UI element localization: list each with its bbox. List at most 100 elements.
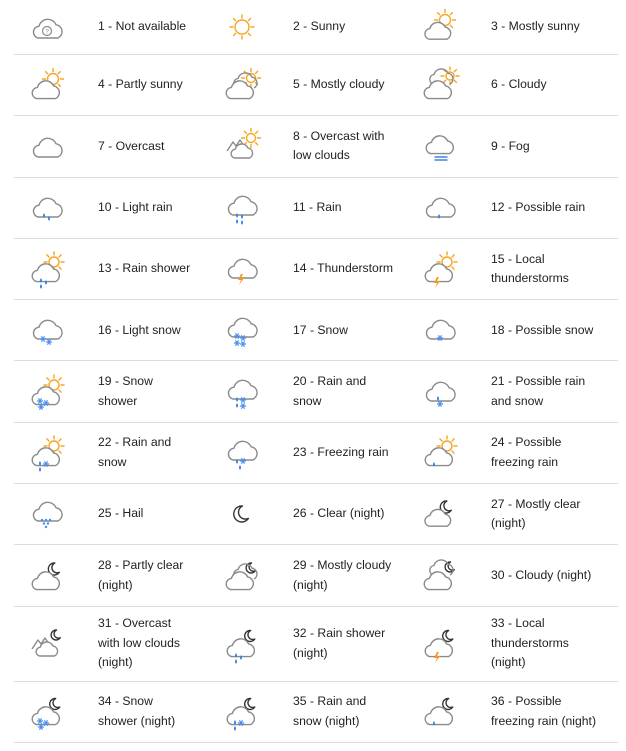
legend-row: 16 - Light snow 17 - Snow 18 - Possible … [14,300,618,362]
thunderstorm-icon [223,250,261,288]
legend-item: 3 - Mostly sunny [407,0,618,54]
legend-item: 16 - Light snow [14,300,209,360]
legend-label: 8 - Overcast with low clouds [293,128,385,163]
legend-item: 18 - Possible snow [407,300,618,360]
legend-label: 13 - Rain shower [98,261,191,276]
legend-item: 4 - Partly sunny [14,55,209,115]
legend-row: 10 - Light rain 11 - Rain 12 - Possible … [14,178,618,239]
snow-shower-night-icon [28,693,66,731]
rain-icon [223,189,261,227]
not-available-icon: ? [28,8,66,46]
cloudy-icon [421,66,460,104]
legend-label: 3 - Mostly sunny [491,19,580,34]
hail-icon [28,495,66,533]
legend-label: 5 - Mostly cloudy [293,77,385,92]
legend-row: 28 - Partly clear (night) 29 - Mostly cl… [14,545,618,607]
possible-freezing-rain-night-icon [421,693,459,731]
legend-row: 25 - Hail 26 - Clear (night) 27 - Mostly… [14,484,618,546]
possible-snow-icon [421,311,459,349]
legend-row: 13 - Rain shower 14 - Thunderstorm 15 - … [14,239,618,301]
legend-item: 28 - Partly clear (night) [14,545,209,605]
legend-item: 30 - Cloudy (night) [407,545,618,605]
legend-label: 20 - Rain and snow [293,374,367,408]
legend-label: 11 - Rain [293,199,342,214]
legend-item: 2 - Sunny [209,0,407,54]
legend-item: 24 - Possible freezing rain [407,423,618,483]
legend-item: 25 - Hail [14,484,209,544]
legend-label: 26 - Clear (night) [293,506,385,521]
legend-item: 33 - Local thunderstorms (night) [407,607,618,681]
legend-label: 15 - Local thunderstorms [491,251,569,286]
legend-row: 22 - Rain and snow 23 - Freezing rain 24… [14,423,618,485]
legend-item: 9 - Fog [407,116,618,176]
legend-item: 32 - Rain shower (night) [209,607,407,681]
snow-shower-icon [28,373,66,411]
local-thunderstorms-icon [421,250,459,289]
fog-icon [421,127,459,165]
legend-label: 23 - Freezing rain [293,445,389,460]
rain-and-snow-sun-icon [28,434,66,472]
legend-item: 17 - Snow [209,300,407,360]
legend-label: 7 - Overcast [98,138,165,153]
legend-item: 23 - Freezing rain [209,423,407,483]
legend-item: 20 - Rain and snow [209,361,407,421]
light-snow-icon [28,311,66,349]
legend-item: 34 - Snow shower (night) [14,682,209,742]
possible-rain-icon [421,189,459,227]
legend-label: 17 - Snow [293,322,348,337]
legend-label: 34 - Snow shower (night) [98,694,176,728]
legend-label: 19 - Snow shower [98,374,153,408]
legend-label: 31 - Overcast with low clouds (night) [98,616,180,670]
legend-item: 36 - Possible freezing rain (night) [407,682,618,742]
rain-shower-night-icon [223,625,261,664]
overcast-icon [28,127,66,165]
rain-and-snow-night-icon [223,693,261,731]
legend-item: ? 1 - Not available [14,0,209,54]
partly-sunny-icon [28,66,66,104]
legend-item: 19 - Snow shower [14,361,209,421]
sunny-icon [223,8,261,46]
legend-row: 34 - Snow shower (night) 35 - Rain and s… [14,682,618,743]
legend-label: 10 - Light rain [98,199,173,214]
legend-item: 26 - Clear (night) [209,484,407,544]
legend-item: 14 - Thunderstorm [209,239,407,299]
legend-label: 6 - Cloudy [491,77,547,92]
rain-shower-icon [28,250,66,289]
legend-item: 12 - Possible rain [407,178,618,238]
legend-label: 12 - Possible rain [491,199,586,214]
legend-label: 16 - Light snow [98,322,181,337]
svg-text:?: ? [45,29,49,36]
legend-label: 1 - Not available [98,19,187,34]
possible-rain-and-snow-icon [421,373,459,411]
legend-label: 29 - Mostly cloudy (night) [293,558,392,592]
legend-item: 7 - Overcast [14,116,209,176]
legend-label: 27 - Mostly clear (night) [491,496,581,531]
freezing-rain-icon [223,434,261,472]
legend-row: 19 - Snow shower 20 - Rain and snow 21 -… [14,361,618,423]
legend-label: 2 - Sunny [293,19,346,34]
weather-icon-legend: ? 1 - Not available 2 - Sunny 3 - Mostly … [14,0,618,743]
mostly-clear-night-icon [421,495,459,533]
legend-item: 35 - Rain and snow (night) [209,682,407,742]
legend-item: 21 - Possible rain and snow [407,361,618,421]
legend-item: 22 - Rain and snow [14,423,209,483]
legend-item: 10 - Light rain [14,178,209,238]
possible-freezing-rain-icon [421,434,459,472]
legend-label: 28 - Partly clear (night) [98,558,184,592]
legend-label: 33 - Local thunderstorms (night) [491,616,569,670]
legend-label: 25 - Hail [98,506,144,521]
rain-and-snow-icon [223,373,261,411]
legend-item: 15 - Local thunderstorms [407,239,618,299]
cloudy-night-icon [421,557,459,595]
legend-label: 32 - Rain shower (night) [293,626,386,660]
snow-icon [223,311,261,349]
legend-item: 6 - Cloudy [407,55,618,115]
legend-item: 27 - Mostly clear (night) [407,484,618,544]
legend-item: 8 - Overcast with low clouds [209,116,407,176]
legend-item: 13 - Rain shower [14,239,209,299]
legend-item: 5 - Mostly cloudy [209,55,407,115]
mostly-cloudy-night-icon [223,557,261,595]
local-thunderstorms-night-icon [421,625,459,663]
legend-label: 18 - Possible snow [491,322,594,337]
light-rain-icon [28,189,66,227]
